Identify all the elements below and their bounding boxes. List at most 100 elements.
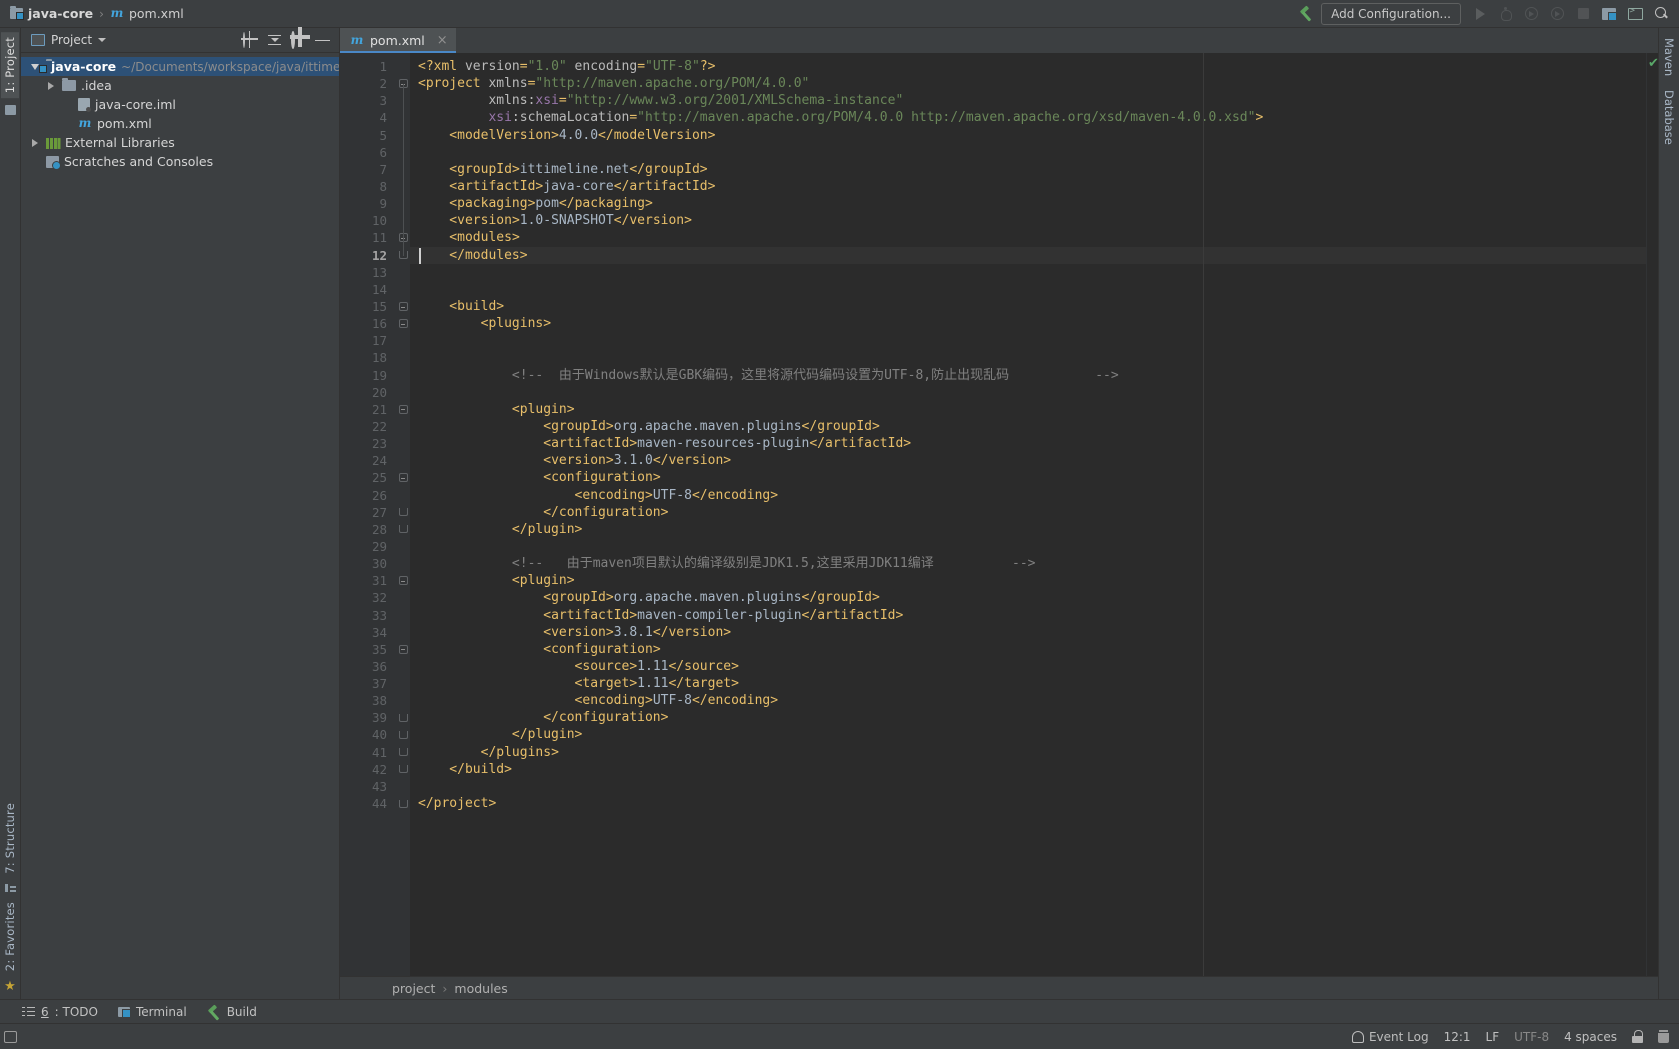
code-line[interactable]: <?xml version="1.0" encoding="UTF-8"?> — [410, 58, 1646, 75]
line-number[interactable]: 26 — [340, 487, 396, 504]
line-number[interactable]: 4 — [340, 109, 396, 126]
code-line[interactable]: </plugin> — [410, 726, 1646, 743]
fold-expand-icon[interactable] — [396, 641, 410, 658]
breadcrumb-crumb-modules[interactable]: modules — [454, 981, 507, 996]
tree-node-java-core[interactable]: java-core ~/Documents/workspace/java/itti… — [21, 57, 339, 76]
line-number[interactable]: 10 — [340, 212, 396, 229]
code-line[interactable]: <encoding>UTF-8</encoding> — [410, 692, 1646, 709]
line-number[interactable]: 41 — [340, 744, 396, 761]
line-number[interactable]: 8 — [340, 178, 396, 195]
tool-window-todo[interactable]: 6: TODO — [22, 1005, 98, 1019]
event-log-button[interactable]: Event Log — [1351, 1030, 1429, 1044]
code-line[interactable] — [410, 332, 1646, 349]
toggle-toolwindows-icon[interactable] — [4, 1030, 17, 1043]
fold-collapse-icon[interactable] — [396, 795, 410, 812]
code-line[interactable]: <version>3.1.0</version> — [410, 452, 1646, 469]
breadcrumb-file[interactable]: m pom.xml — [110, 6, 184, 21]
code-line[interactable]: <version>1.0-SNAPSHOT</version> — [410, 212, 1646, 229]
line-number[interactable]: 21 — [340, 401, 396, 418]
line-number[interactable]: 19 — [340, 367, 396, 384]
code-line[interactable]: <configuration> — [410, 469, 1646, 486]
tree-node-pom-xml[interactable]: m pom.xml — [21, 114, 339, 133]
line-number[interactable]: 24 — [340, 452, 396, 469]
fold-expand-icon[interactable] — [396, 401, 410, 418]
line-number[interactable]: 12 — [340, 247, 396, 264]
run-coverage-button[interactable] — [1519, 3, 1543, 25]
code-line[interactable]: <configuration> — [410, 641, 1646, 658]
expand-arrow-icon[interactable] — [29, 138, 41, 147]
tool-window-build[interactable]: Build — [207, 1005, 257, 1019]
line-number[interactable]: 14 — [340, 281, 396, 298]
stripe-tab-favorites[interactable]: 2: Favorites — [1, 897, 19, 976]
stripe-tab-project[interactable]: 1: Project — [1, 32, 19, 99]
code-line[interactable]: <!-- 由于maven项目默认的编译级别是JDK1.5,这里采用JDK11编译… — [410, 555, 1646, 572]
line-number[interactable]: 23 — [340, 435, 396, 452]
profile-button[interactable] — [1545, 3, 1569, 25]
tree-node-scratches-and-consoles[interactable]: Scratches and Consoles — [21, 152, 339, 171]
code-line[interactable]: <groupId>ittimeline.net</groupId> — [410, 161, 1646, 178]
code-line[interactable]: <encoding>UTF-8</encoding> — [410, 487, 1646, 504]
code-line[interactable]: <plugins> — [410, 315, 1646, 332]
line-number[interactable]: 42 — [340, 761, 396, 778]
code-line[interactable]: <build> — [410, 298, 1646, 315]
line-number[interactable]: 17 — [340, 332, 396, 349]
line-number[interactable]: 7 — [340, 161, 396, 178]
stripe-tab-database[interactable]: Database — [1660, 84, 1678, 151]
line-number[interactable]: 37 — [340, 675, 396, 692]
code-line[interactable] — [410, 384, 1646, 401]
line-number[interactable]: 6 — [340, 144, 396, 161]
code-line[interactable]: <artifactId>java-core</artifactId> — [410, 178, 1646, 195]
tree-node-idea[interactable]: .idea — [21, 76, 339, 95]
line-number[interactable]: 39 — [340, 709, 396, 726]
locate-button[interactable] — [243, 31, 258, 48]
chevron-down-icon[interactable] — [98, 38, 107, 42]
code-line[interactable]: <!-- 由于Windows默认是GBK编码，这里将源代码编码设置为UTF-8,… — [410, 367, 1646, 384]
trash-icon[interactable] — [1658, 1030, 1669, 1043]
code-line[interactable]: <artifactId>maven-resources-plugin</arti… — [410, 435, 1646, 452]
fold-collapse-icon[interactable] — [396, 761, 410, 778]
code-text-area[interactable]: <?xml version="1.0" encoding="UTF-8"?> <p… — [410, 53, 1646, 976]
code-folding-gutter[interactable] — [396, 53, 410, 976]
code-line[interactable]: </plugin> — [410, 521, 1646, 538]
line-number-gutter[interactable]: 1 2 3 4 5 6 7 8 9 10 11 12 13 14 15 16 17 18 19 20 21 22 23 24 2… — [340, 53, 396, 976]
line-number[interactable]: 15 — [340, 298, 396, 315]
code-line[interactable] — [410, 538, 1646, 555]
collapse-all-button[interactable] — [267, 33, 282, 48]
code-line[interactable]: </configuration> — [410, 504, 1646, 521]
line-number[interactable]: 2 — [340, 75, 396, 92]
line-number[interactable]: 35 — [340, 641, 396, 658]
editor-tab-pom-xml[interactable]: m pom.xml × — [340, 28, 456, 53]
code-line[interactable]: xsi:schemaLocation="http://maven.apache.… — [410, 109, 1646, 126]
project-structure-button[interactable] — [1597, 3, 1621, 25]
code-line[interactable] — [410, 349, 1646, 366]
search-everywhere-button[interactable] — [1649, 3, 1673, 25]
line-number[interactable]: 22 — [340, 418, 396, 435]
close-icon[interactable]: × — [431, 34, 448, 47]
code-line[interactable]: <modelVersion>4.0.0</modelVersion> — [410, 127, 1646, 144]
code-line[interactable]: xmlns:xsi="http://www.w3.org/2001/XMLSch… — [410, 92, 1646, 109]
fold-expand-icon[interactable] — [396, 315, 410, 332]
fold-collapse-icon[interactable] — [396, 521, 410, 538]
stripe-tab-maven[interactable]: Maven — [1660, 32, 1678, 82]
debug-button[interactable] — [1493, 3, 1517, 25]
line-number[interactable]: 40 — [340, 726, 396, 743]
code-line[interactable]: <version>3.8.1</version> — [410, 624, 1646, 641]
code-line[interactable]: <modules> — [410, 229, 1646, 246]
line-number[interactable]: 20 — [340, 384, 396, 401]
code-line[interactable] — [410, 281, 1646, 298]
settings-button[interactable] — [291, 30, 306, 49]
inspection-marker-bar[interactable]: ✔ — [1646, 53, 1659, 976]
line-number[interactable]: 34 — [340, 624, 396, 641]
fold-collapse-icon[interactable] — [396, 709, 410, 726]
line-number[interactable]: 29 — [340, 538, 396, 555]
add-configuration-button[interactable]: Add Configuration... — [1321, 2, 1461, 25]
fold-collapse-icon[interactable] — [396, 504, 410, 521]
code-line[interactable]: </modules> — [410, 246, 1646, 264]
run-button[interactable] — [1467, 3, 1491, 25]
code-line[interactable]: <source>1.11</source> — [410, 658, 1646, 675]
breadcrumb-project[interactable]: java-core — [10, 6, 93, 21]
line-number[interactable]: 1 — [340, 58, 396, 75]
code-line[interactable]: <plugin> — [410, 401, 1646, 418]
code-line[interactable] — [410, 144, 1646, 161]
code-line[interactable]: </configuration> — [410, 709, 1646, 726]
